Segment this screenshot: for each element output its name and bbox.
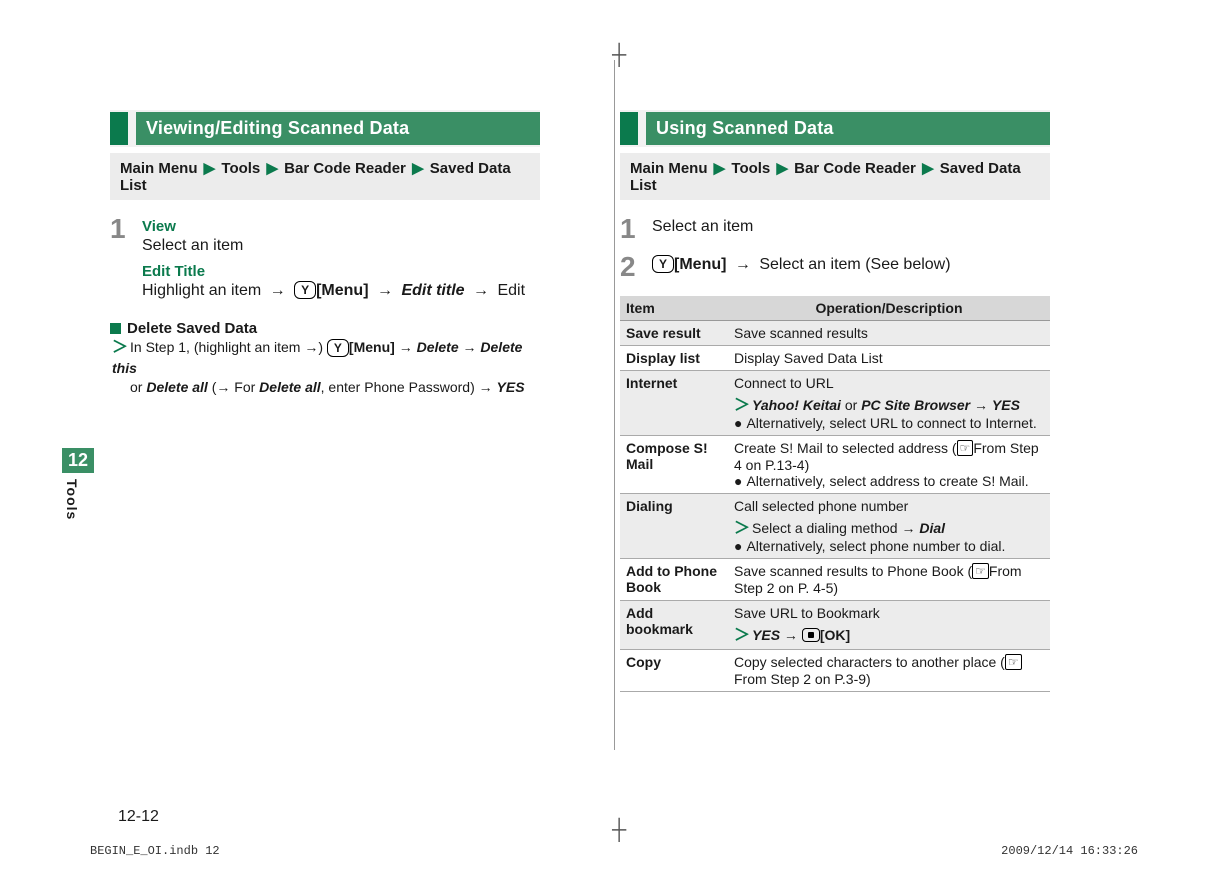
table-row: Dialing Call selected phone number ＞Sele… xyxy=(620,494,1050,559)
timestamp: 2009/12/14 16:33:26 xyxy=(1001,844,1138,858)
col-item: Item xyxy=(620,296,728,321)
arrow-icon: ▶ xyxy=(410,160,426,177)
y-key-icon xyxy=(294,281,316,299)
y-key-icon xyxy=(652,255,674,273)
table-row: Add bookmark Save URL to Bookmark ＞YES →… xyxy=(620,601,1050,650)
table-header-row: Item Operation/Description xyxy=(620,296,1050,321)
breadcrumb-left: Main Menu ▶ Tools ▶ Bar Code Reader ▶ Sa… xyxy=(110,153,540,200)
edit-title-heading: Edit Title xyxy=(142,263,540,280)
breadcrumb-right: Main Menu ▶ Tools ▶ Bar Code Reader ▶ Sa… xyxy=(620,153,1050,200)
table-row: Internet Connect to URL ＞Yahoo! Keitai o… xyxy=(620,371,1050,436)
delete-saved-data-heading: Delete Saved Data xyxy=(110,320,540,337)
view-heading: View xyxy=(142,218,540,235)
table-row: Display list Display Saved Data List xyxy=(620,346,1050,371)
pointer-icon xyxy=(1005,654,1022,670)
pointer-icon xyxy=(972,563,989,579)
arrow-icon: ▶ xyxy=(202,160,218,177)
step-2-right: 2 [Menu] → Select an item (See below) xyxy=(620,254,1050,282)
view-instruction: Select an item xyxy=(142,237,540,255)
left-column: Viewing/Editing Scanned Data Main Menu ▶… xyxy=(90,110,560,760)
step-1-left: 1 View Select an item Edit Title Highlig… xyxy=(110,216,540,308)
source-file: BEGIN_E_OI.indb 12 xyxy=(90,844,220,858)
arrow-icon: ▶ xyxy=(712,160,728,177)
square-bullet-icon xyxy=(110,323,121,334)
table-row: Save result Save scanned results xyxy=(620,321,1050,346)
table-row: Copy Copy selected characters to another… xyxy=(620,650,1050,692)
section-heading-using: Using Scanned Data xyxy=(620,110,1050,147)
delete-saved-data-note: ＞In Step 1, (highlight an item →) [Menu]… xyxy=(112,337,540,396)
print-footer: BEGIN_E_OI.indb 12 2009/12/14 16:33:26 xyxy=(90,844,1138,858)
operations-table: Item Operation/Description Save result S… xyxy=(620,296,1050,692)
right-column: Using Scanned Data Main Menu ▶ Tools ▶ B… xyxy=(600,110,1070,760)
arrow-icon: ▶ xyxy=(264,160,280,177)
table-row: Compose S! Mail Create S! Mail to select… xyxy=(620,436,1050,494)
section-heading-viewing: Viewing/Editing Scanned Data xyxy=(110,110,540,147)
edit-title-instruction: Highlight an item → [Menu] → Edit title … xyxy=(142,282,540,300)
column-divider xyxy=(614,60,615,750)
arrow-icon: ▶ xyxy=(774,160,790,177)
table-row: Add to Phone Book Save scanned results t… xyxy=(620,559,1050,601)
step-1-right: 1 Select an item xyxy=(620,216,1050,244)
page-number: 12-12 xyxy=(118,808,159,826)
col-desc: Operation/Description xyxy=(728,296,1050,321)
center-key-icon xyxy=(802,628,820,642)
pointer-icon xyxy=(957,440,974,456)
crop-mark-bottom: ┼ xyxy=(612,819,626,842)
y-key-icon xyxy=(327,339,349,357)
arrow-icon: ▶ xyxy=(920,160,936,177)
